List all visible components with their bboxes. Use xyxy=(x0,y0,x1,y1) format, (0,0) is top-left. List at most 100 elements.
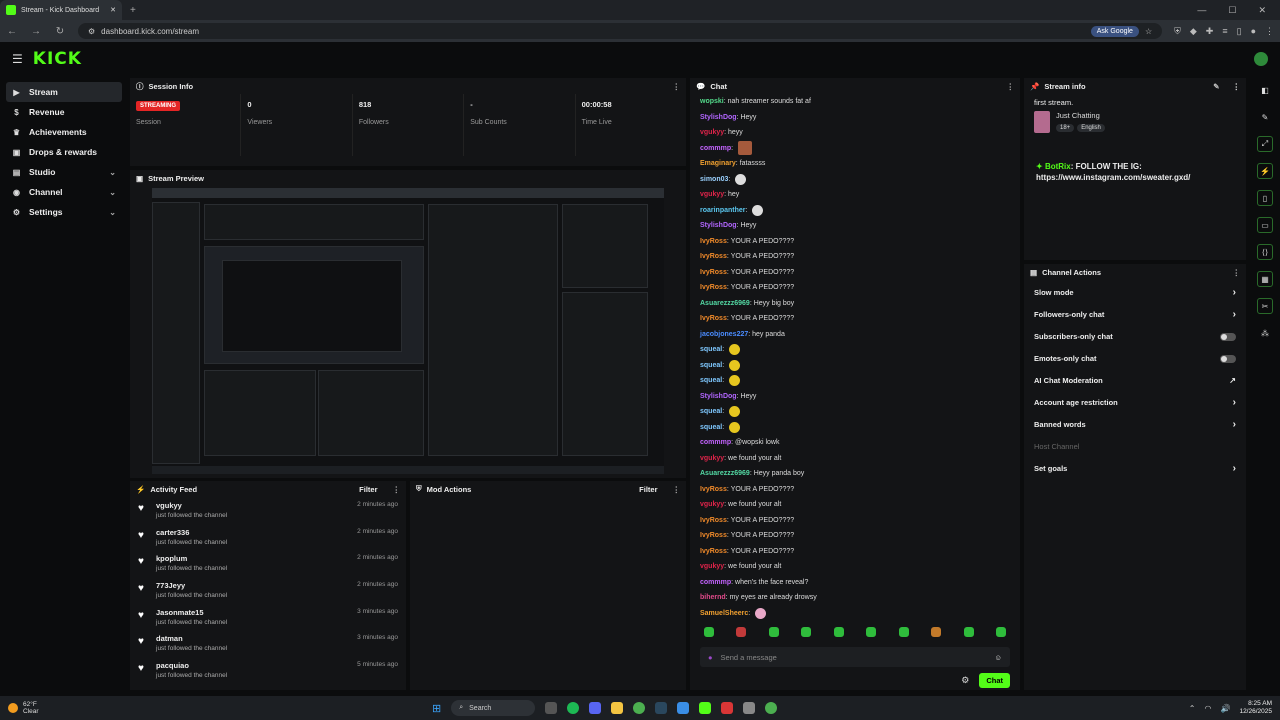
chat-username[interactable]: IvyRoss xyxy=(700,253,727,260)
chat-username[interactable]: StylishDog xyxy=(700,222,737,229)
hamburger-menu-icon[interactable]: ☰ xyxy=(12,52,23,66)
chat-username[interactable]: squeal xyxy=(700,377,722,384)
settings-gear-icon[interactable]: ⚙ xyxy=(961,675,969,686)
ask-google-button[interactable]: Ask Google xyxy=(1090,25,1139,37)
emote-icon[interactable] xyxy=(768,627,779,637)
chat-username[interactable]: bihernd xyxy=(700,594,726,601)
more-options-icon[interactable]: ⋮ xyxy=(393,485,401,494)
follower-name[interactable]: vgukyy xyxy=(156,501,227,510)
taskview-icon[interactable] xyxy=(545,702,558,714)
site-info-icon[interactable]: ⚙ xyxy=(88,27,95,36)
chat-icon[interactable]: ▭ xyxy=(1257,217,1273,233)
url-field[interactable]: ⚙ dashboard.kick.com/stream Ask Google ☆ xyxy=(78,23,1163,39)
follower-name[interactable]: Jasonmate15 xyxy=(156,608,227,617)
app-red-icon[interactable] xyxy=(721,702,734,714)
lightning-icon[interactable]: ⚡ xyxy=(1257,163,1273,179)
follower-name[interactable]: carter336 xyxy=(156,528,227,537)
extension-icon[interactable]: ◆ xyxy=(1190,26,1197,37)
forward-icon[interactable]: → xyxy=(30,26,42,37)
chat-username[interactable]: squeal xyxy=(700,362,722,369)
wifi-icon[interactable]: ◠ xyxy=(1205,704,1212,713)
chat-username[interactable]: IvyRoss xyxy=(700,548,727,555)
chat-username[interactable]: squeal xyxy=(700,408,722,415)
emote-icon[interactable] xyxy=(833,627,844,637)
pencil-icon[interactable]: ✎ xyxy=(1257,109,1273,125)
close-icon[interactable]: ✕ xyxy=(110,6,116,14)
send-chat-button[interactable]: Chat xyxy=(979,673,1010,688)
emote-icon[interactable] xyxy=(704,627,714,637)
chrome-active-icon[interactable] xyxy=(765,702,778,714)
follower-name[interactable]: kpoplum xyxy=(156,554,227,563)
emote-icon[interactable] xyxy=(931,627,942,637)
mic-icon[interactable]: ● xyxy=(708,653,713,662)
layout-icon[interactable]: ▦ xyxy=(1257,271,1273,287)
window-close-icon[interactable]: ✕ xyxy=(1258,5,1266,16)
banned-words-action[interactable]: Banned words › xyxy=(1024,413,1246,435)
bookmark-star-icon[interactable]: ☆ xyxy=(1145,27,1152,36)
more-options-icon[interactable]: ⋮ xyxy=(1233,268,1241,277)
follower-name[interactable]: 773Jeyy xyxy=(156,581,227,590)
minimize-icon[interactable]: — xyxy=(1197,5,1206,16)
volume-icon[interactable]: 🔊 xyxy=(1220,704,1230,713)
store-icon[interactable] xyxy=(677,702,690,714)
kick-logo[interactable]: KICK xyxy=(33,49,82,69)
browser-tab[interactable]: Stream - Kick Dashboard ✕ xyxy=(0,0,122,20)
reload-icon[interactable]: ↻ xyxy=(54,26,66,37)
sidebar-item-settings[interactable]: ⚙ Settings ⌄ xyxy=(6,202,122,222)
tray-chevron-icon[interactable]: ⌃ xyxy=(1189,704,1196,713)
set-goals-action[interactable]: Set goals › xyxy=(1024,457,1246,479)
slow-mode-action[interactable]: Slow mode › xyxy=(1024,282,1246,304)
taskbar-search[interactable]: ⌕ Search xyxy=(451,700,536,716)
more-options-icon[interactable]: ⋮ xyxy=(1007,82,1015,91)
profile-icon[interactable]: ● xyxy=(1251,26,1256,37)
chat-username[interactable]: commmp xyxy=(700,439,731,446)
chat-username[interactable]: IvyRoss xyxy=(700,532,727,539)
chat-username[interactable]: SamuelSheerc xyxy=(700,610,748,617)
windows-start-icon[interactable]: ⊞ xyxy=(432,702,441,715)
filter-button[interactable]: Filter xyxy=(359,485,377,494)
chat-username[interactable]: vgukyy xyxy=(700,129,724,136)
document-icon[interactable]: ▯ xyxy=(1257,190,1273,206)
puzzle-icon[interactable]: ✚ xyxy=(1206,26,1214,37)
chat-username[interactable]: vgukyy xyxy=(700,455,724,462)
more-options-icon[interactable]: ⋮ xyxy=(673,485,681,494)
sidebar-item-drops[interactable]: ▣ Drops & rewards xyxy=(6,142,122,162)
emote-icon[interactable] xyxy=(866,627,877,637)
filter-button[interactable]: Filter xyxy=(639,485,657,494)
chat-username[interactable]: Emaginary xyxy=(700,160,736,167)
edit-pencil-icon[interactable]: ✎ xyxy=(1213,82,1219,91)
chat-username[interactable]: IvyRoss xyxy=(700,284,727,291)
chat-username[interactable]: commmp xyxy=(700,579,731,586)
sidebar-item-channel[interactable]: ◉ Channel ⌄ xyxy=(6,182,122,202)
chat-username[interactable]: jacobjones227 xyxy=(700,331,748,338)
chrome-icon[interactable] xyxy=(633,702,646,714)
menu-dots-icon[interactable]: ⋮ xyxy=(1265,26,1274,37)
wrench-icon[interactable]: ✂ xyxy=(1257,298,1273,314)
taskbar-clock[interactable]: 8:25 AM 12/26/2025 xyxy=(1239,700,1272,716)
chat-username[interactable]: squeal xyxy=(700,424,722,431)
more-options-icon[interactable]: ⋮ xyxy=(673,82,681,91)
code-icon[interactable]: ⟨⟩ xyxy=(1257,244,1273,260)
chat-username[interactable]: IvyRoss xyxy=(700,315,727,322)
chat-username[interactable]: commmp xyxy=(700,145,731,152)
maximize-icon[interactable]: ☐ xyxy=(1228,5,1236,16)
chat-username[interactable]: IvyRoss xyxy=(700,269,727,276)
back-icon[interactable]: ← xyxy=(6,26,18,37)
chat-username[interactable]: squeal xyxy=(700,346,722,353)
follower-name[interactable]: datman xyxy=(156,634,227,643)
discord-icon[interactable] xyxy=(589,702,602,714)
chat-username[interactable]: StylishDog xyxy=(700,114,737,121)
file-explorer-icon[interactable] xyxy=(611,702,624,714)
chat-username[interactable]: wopski xyxy=(700,98,724,105)
user-avatar[interactable] xyxy=(1254,52,1268,66)
settings-app-icon[interactable] xyxy=(743,702,756,714)
new-tab-button[interactable]: + xyxy=(122,5,144,16)
follower-name[interactable]: pacquiao xyxy=(156,661,227,670)
emoji-icon[interactable]: ☺ xyxy=(994,653,1002,662)
chat-username[interactable]: IvyRoss xyxy=(700,238,727,245)
chat-username[interactable]: vgukyy xyxy=(700,563,724,570)
followers-only-action[interactable]: Followers-only chat › xyxy=(1024,304,1246,326)
chat-username[interactable]: Asuarezzz6969 xyxy=(700,300,750,307)
sidepanel-icon[interactable]: ▯ xyxy=(1237,26,1242,37)
chat-input[interactable]: ● Send a message ☺ xyxy=(700,647,1010,667)
